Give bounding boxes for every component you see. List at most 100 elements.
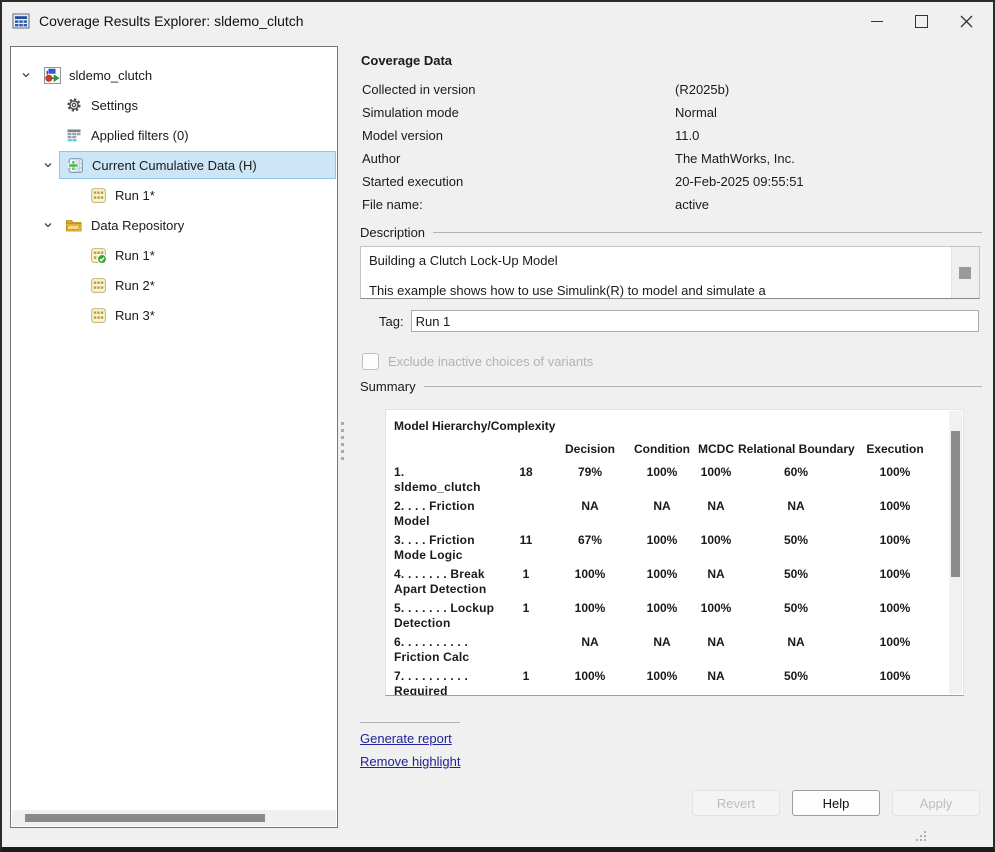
tree-item-label: Run 1*	[115, 248, 155, 263]
field-label: Collected in version	[362, 82, 675, 97]
condition-cell: 100%	[630, 533, 694, 548]
results-tree-panel: sldemo_clutch Settings	[10, 46, 338, 828]
tag-input[interactable]	[411, 310, 979, 332]
exclude-variants-label: Exclude inactive choices of variants	[388, 354, 593, 369]
chevron-down-icon[interactable]	[15, 70, 37, 80]
description-line: This example shows how to use Simulink(R…	[369, 283, 979, 298]
table-row: 7. . . . . . . . . .Required 1 100% 100%…	[394, 669, 963, 696]
tree-item-label: Run 1*	[115, 188, 155, 203]
table-corner-header: Model Hierarchy/Complexity	[394, 419, 963, 433]
tree-item-run1-repository[interactable]: Run 1*	[11, 240, 337, 270]
execution-cell: 100%	[854, 635, 936, 650]
tree-item-label: Run 3*	[115, 308, 155, 323]
tree-item-current-cumulative-data[interactable]: Current Cumulative Data (H)	[11, 150, 337, 180]
field-label: Author	[362, 151, 675, 166]
field-row: File name:active	[362, 193, 987, 216]
tree-horizontal-scrollbar[interactable]	[12, 810, 336, 826]
field-label: File name:	[362, 197, 675, 212]
column-header: Condition	[630, 442, 694, 457]
table-vertical-scrollbar[interactable]	[949, 411, 962, 694]
mcdc-cell: NA	[694, 567, 738, 582]
panel-splitter[interactable]	[339, 422, 346, 472]
tree-item-label: Run 2*	[115, 278, 155, 293]
generate-report-link[interactable]: Generate report	[360, 731, 452, 746]
cumulative-data-icon	[66, 156, 84, 174]
tree-item-run1-cumulative[interactable]: Run 1*	[11, 180, 337, 210]
tree-item-label: Current Cumulative Data (H)	[92, 158, 257, 173]
mcdc-cell: NA	[694, 499, 738, 514]
hierarchy-cell: 4. . . . . . . BreakApart Detection	[394, 567, 502, 597]
minimize-button[interactable]	[854, 2, 899, 40]
relational-boundary-cell: NA	[738, 499, 854, 514]
complexity-cell: 1	[502, 669, 550, 684]
tree-item-applied-filters[interactable]: Applied filters (0)	[11, 120, 337, 150]
field-row: AuthorThe MathWorks, Inc.	[362, 147, 987, 170]
field-label: Started execution	[362, 174, 675, 189]
relational-boundary-cell: 50%	[738, 669, 854, 684]
complexity-cell: 11	[502, 533, 550, 548]
field-value: 11.0	[675, 128, 699, 143]
relational-boundary-cell: 60%	[738, 465, 854, 480]
relational-boundary-cell: 50%	[738, 533, 854, 548]
summary-table: Model Hierarchy/Complexity Decision Cond…	[385, 409, 964, 696]
condition-cell: NA	[630, 499, 694, 514]
complexity-cell: 1	[502, 601, 550, 616]
column-header: Execution	[854, 442, 936, 457]
selected-tree-item[interactable]: Current Cumulative Data (H)	[59, 151, 336, 179]
tree-item-settings[interactable]: Settings	[11, 90, 337, 120]
tree-item-run2-repository[interactable]: Run 2*	[11, 270, 337, 300]
hierarchy-cell: 2. . . . FrictionModel	[394, 499, 502, 529]
mcdc-cell: 100%	[694, 465, 738, 480]
minimize-icon	[871, 21, 883, 22]
window-resize-grip[interactable]	[915, 829, 927, 847]
condition-cell: 100%	[630, 465, 694, 480]
coverage-table-icon	[12, 12, 30, 30]
description-scrollbar[interactable]	[951, 247, 979, 298]
relational-boundary-cell: NA	[738, 635, 854, 650]
chevron-down-icon[interactable]	[37, 160, 59, 170]
field-row: Model version11.0	[362, 124, 987, 147]
apply-button[interactable]: Apply	[892, 790, 980, 816]
decision-cell: NA	[550, 499, 630, 514]
gear-icon	[65, 96, 83, 114]
tree-item-label: sldemo_clutch	[69, 68, 152, 83]
help-button[interactable]: Help	[792, 790, 880, 816]
maximize-button[interactable]	[899, 2, 944, 40]
table-header-row: Decision Condition MCDC Relational Bound…	[394, 442, 963, 457]
run-icon	[89, 276, 107, 294]
complexity-cell: 18	[502, 465, 550, 480]
chevron-down-icon[interactable]	[37, 220, 59, 230]
condition-cell: 100%	[630, 567, 694, 582]
tree-item-label: Settings	[91, 98, 138, 113]
coverage-data-heading: Coverage Data	[361, 53, 987, 68]
mcdc-cell: 100%	[694, 533, 738, 548]
scrollbar-thumb[interactable]	[959, 267, 971, 279]
table-row: 5. . . . . . . LockupDetection 1 100% 10…	[394, 601, 963, 631]
simulink-model-icon	[43, 66, 61, 84]
exclude-variants-checkbox[interactable]	[362, 353, 379, 370]
mcdc-cell: 100%	[694, 601, 738, 616]
decision-cell: NA	[550, 635, 630, 650]
revert-button[interactable]: Revert	[692, 790, 780, 816]
close-button[interactable]	[944, 2, 989, 40]
window-title: Coverage Results Explorer: sldemo_clutch	[39, 13, 304, 29]
column-header: MCDC	[694, 442, 738, 457]
tree-item-run3-repository[interactable]: Run 3*	[11, 300, 337, 330]
scrollbar-thumb[interactable]	[25, 814, 265, 822]
decision-cell: 100%	[550, 669, 630, 684]
scrollbar-thumb[interactable]	[951, 431, 960, 577]
summary-section-header: Summary	[360, 379, 982, 394]
description-textarea[interactable]: Building a Clutch Lock-Up Model This exa…	[360, 246, 980, 299]
remove-highlight-link[interactable]: Remove highlight	[360, 754, 460, 769]
condition-cell: 100%	[630, 601, 694, 616]
column-header: Decision	[550, 442, 630, 457]
tree-item-label: Applied filters (0)	[91, 128, 189, 143]
tree-item-data-repository[interactable]: Data Repository	[11, 210, 337, 240]
hierarchy-cell: 3. . . . FrictionMode Logic	[394, 533, 502, 563]
table-row: 1.sldemo_clutch 18 79% 100% 100% 60% 100…	[394, 465, 963, 495]
field-value: (R2025b)	[675, 82, 729, 97]
section-divider	[424, 386, 982, 387]
tree-item-sldemo-clutch[interactable]: sldemo_clutch	[11, 60, 337, 90]
condition-cell: NA	[630, 635, 694, 650]
coverage-results-explorer-window: Coverage Results Explorer: sldemo_clutch	[0, 0, 995, 852]
